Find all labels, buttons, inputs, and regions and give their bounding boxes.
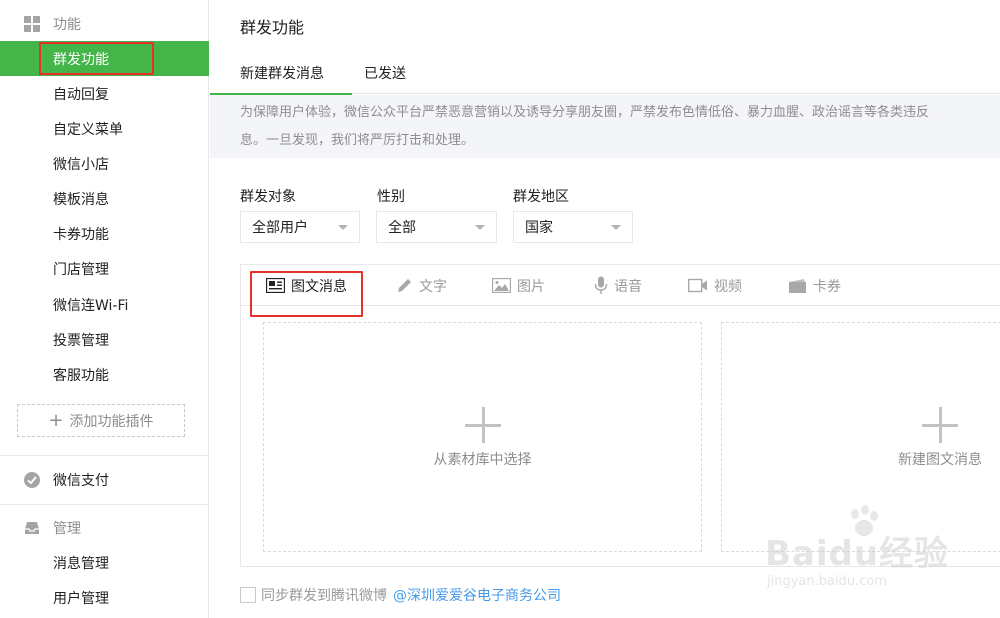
sidebar-item-label: 客服功能	[53, 367, 109, 384]
plus-icon	[922, 407, 958, 443]
plus-icon: +	[48, 409, 64, 431]
plus-icon	[464, 407, 501, 443]
sidebar-item-mass-send[interactable]: 群发功能	[0, 41, 209, 76]
tab-bar: 新建群发消息 已发送	[210, 52, 1000, 95]
tab-sent[interactable]: 已发送	[364, 52, 406, 94]
page-title: 群发功能	[240, 18, 305, 37]
sidebar-item-label: 模板消息	[53, 191, 109, 208]
add-plugin-button[interactable]: + 添加功能插件	[17, 404, 185, 437]
create-news-area[interactable]: 新建图文消息	[721, 322, 1000, 552]
sidebar-item-label: 群发功能	[53, 51, 109, 68]
sidebar-item-user-management[interactable]: 用户管理	[0, 580, 209, 615]
chevron-down-icon	[611, 225, 621, 230]
main-content: 群发功能 新建群发消息 已发送 为保障用户体验，微信公众平台严禁恶意营销以及诱导…	[210, 0, 1000, 618]
sidebar-item-label: 门店管理	[53, 261, 109, 278]
gender-select[interactable]: 全部	[376, 211, 497, 243]
editor-tab-label: 卡券	[813, 278, 841, 295]
weibo-account-link[interactable]: @深圳爱爱谷电子商务公司	[393, 585, 561, 605]
editor-tab-label: 视频	[714, 278, 742, 295]
section-functions: 功能	[0, 7, 209, 41]
news-icon	[266, 278, 285, 293]
editor-tab-voice[interactable]: 语音	[594, 265, 642, 306]
sidebar-item-label: 微信连Wi-Fi	[53, 297, 129, 314]
sidebar-item-store-management[interactable]: 门店管理	[0, 251, 209, 286]
create-news-label: 新建图文消息	[898, 452, 982, 468]
tab-label: 已发送	[364, 66, 406, 82]
target-select[interactable]: 全部用户	[240, 211, 360, 243]
sidebar-item-label: 卡券功能	[53, 226, 109, 243]
pencil-icon	[398, 279, 411, 292]
tab-new-mass-message[interactable]: 新建群发消息	[210, 52, 352, 95]
sync-to-weibo: 同步群发到腾讯微博 @深圳爱爱谷电子商务公司	[240, 585, 561, 605]
editor-tab-label: 文字	[419, 278, 447, 295]
sidebar-item-label: 自动回复	[53, 86, 109, 103]
editor-tab-label: 图片	[517, 278, 545, 295]
wechat-pay-icon	[23, 471, 41, 489]
select-from-library-area[interactable]: 从素材库中选择	[263, 322, 702, 552]
notice-banner: 为保障用户体验，微信公众平台严禁恶意营销以及诱导分享朋友圈，严禁发布色情低俗、暴…	[210, 95, 1000, 158]
section-label: 功能	[53, 17, 81, 33]
notice-text-line-2: 息。一旦发现，我们将严厉打击和处理。	[240, 133, 475, 148]
card-icon	[789, 278, 806, 293]
sidebar-item-label: 微信支付	[53, 472, 109, 489]
sidebar-item-voting[interactable]: 投票管理	[0, 322, 209, 357]
sidebar-item-label: 投票管理	[53, 332, 109, 349]
sidebar-item-label: 微信小店	[53, 156, 109, 173]
sidebar-item-label: 自定义菜单	[53, 121, 123, 138]
inbox-icon	[23, 519, 41, 537]
chevron-down-icon	[338, 225, 348, 230]
sidebar-item-label: 用户管理	[53, 590, 109, 607]
editor-tab-label: 图文消息	[291, 278, 347, 295]
editor-tab-image[interactable]: 图片	[492, 265, 545, 306]
region-select[interactable]: 国家	[513, 211, 633, 243]
divider	[0, 504, 209, 505]
chevron-down-icon	[475, 225, 485, 230]
sidebar-item-wifi[interactable]: 微信连Wi-Fi	[0, 287, 209, 322]
gender-select-value: 全部	[388, 220, 416, 236]
sidebar-item-customer-service[interactable]: 客服功能	[0, 357, 209, 392]
editor-tab-label: 语音	[614, 278, 642, 295]
sync-checkbox[interactable]	[240, 587, 256, 603]
editor-tab-text[interactable]: 文字	[396, 265, 447, 306]
grid-icon	[23, 15, 41, 33]
sidebar-item-wechat-pay[interactable]: 微信支付	[0, 462, 209, 497]
editor-tab-video[interactable]: 视频	[688, 265, 742, 306]
select-from-library-label: 从素材库中选择	[433, 452, 532, 468]
tab-label: 新建群发消息	[240, 66, 324, 82]
gender-label: 性别	[377, 189, 405, 205]
editor-tab-card[interactable]: 卡券	[788, 265, 841, 306]
target-label: 群发对象	[240, 189, 296, 205]
microphone-icon	[594, 276, 608, 294]
sidebar-item-wechat-store[interactable]: 微信小店	[0, 146, 209, 181]
sidebar-item-label: 消息管理	[53, 555, 109, 572]
editor-tab-bar: 图文消息 文字 图片 语音 视频 卡券	[241, 265, 1000, 306]
sidebar: 功能 群发功能 自动回复 自定义菜单 微信小店 模板消息 卡券功能 门店管理 微…	[0, 0, 209, 618]
region-label: 群发地区	[513, 189, 569, 205]
video-icon	[688, 278, 707, 293]
sidebar-item-template-message[interactable]: 模板消息	[0, 181, 209, 216]
add-plugin-label: 添加功能插件	[69, 413, 154, 430]
sidebar-item-auto-reply[interactable]: 自动回复	[0, 76, 209, 111]
sidebar-item-coupons[interactable]: 卡券功能	[0, 216, 209, 251]
region-select-value: 国家	[525, 220, 553, 236]
image-icon	[492, 278, 511, 293]
message-editor: 图文消息 文字 图片 语音 视频 卡券 从素材库中选择 新建图文消息	[240, 264, 1000, 567]
divider	[0, 455, 209, 456]
notice-text-line-1: 为保障用户体验，微信公众平台严禁恶意营销以及诱导分享朋友圈，严禁发布色情低俗、暴…	[240, 105, 930, 120]
target-select-value: 全部用户	[252, 220, 308, 236]
sidebar-item-message-management[interactable]: 消息管理	[0, 545, 209, 580]
sidebar-item-custom-menu[interactable]: 自定义菜单	[0, 111, 209, 146]
section-label: 管理	[53, 521, 81, 537]
editor-tab-news[interactable]: 图文消息	[266, 265, 347, 306]
sync-label: 同步群发到腾讯微博	[261, 588, 387, 604]
section-management: 管理	[0, 511, 209, 545]
